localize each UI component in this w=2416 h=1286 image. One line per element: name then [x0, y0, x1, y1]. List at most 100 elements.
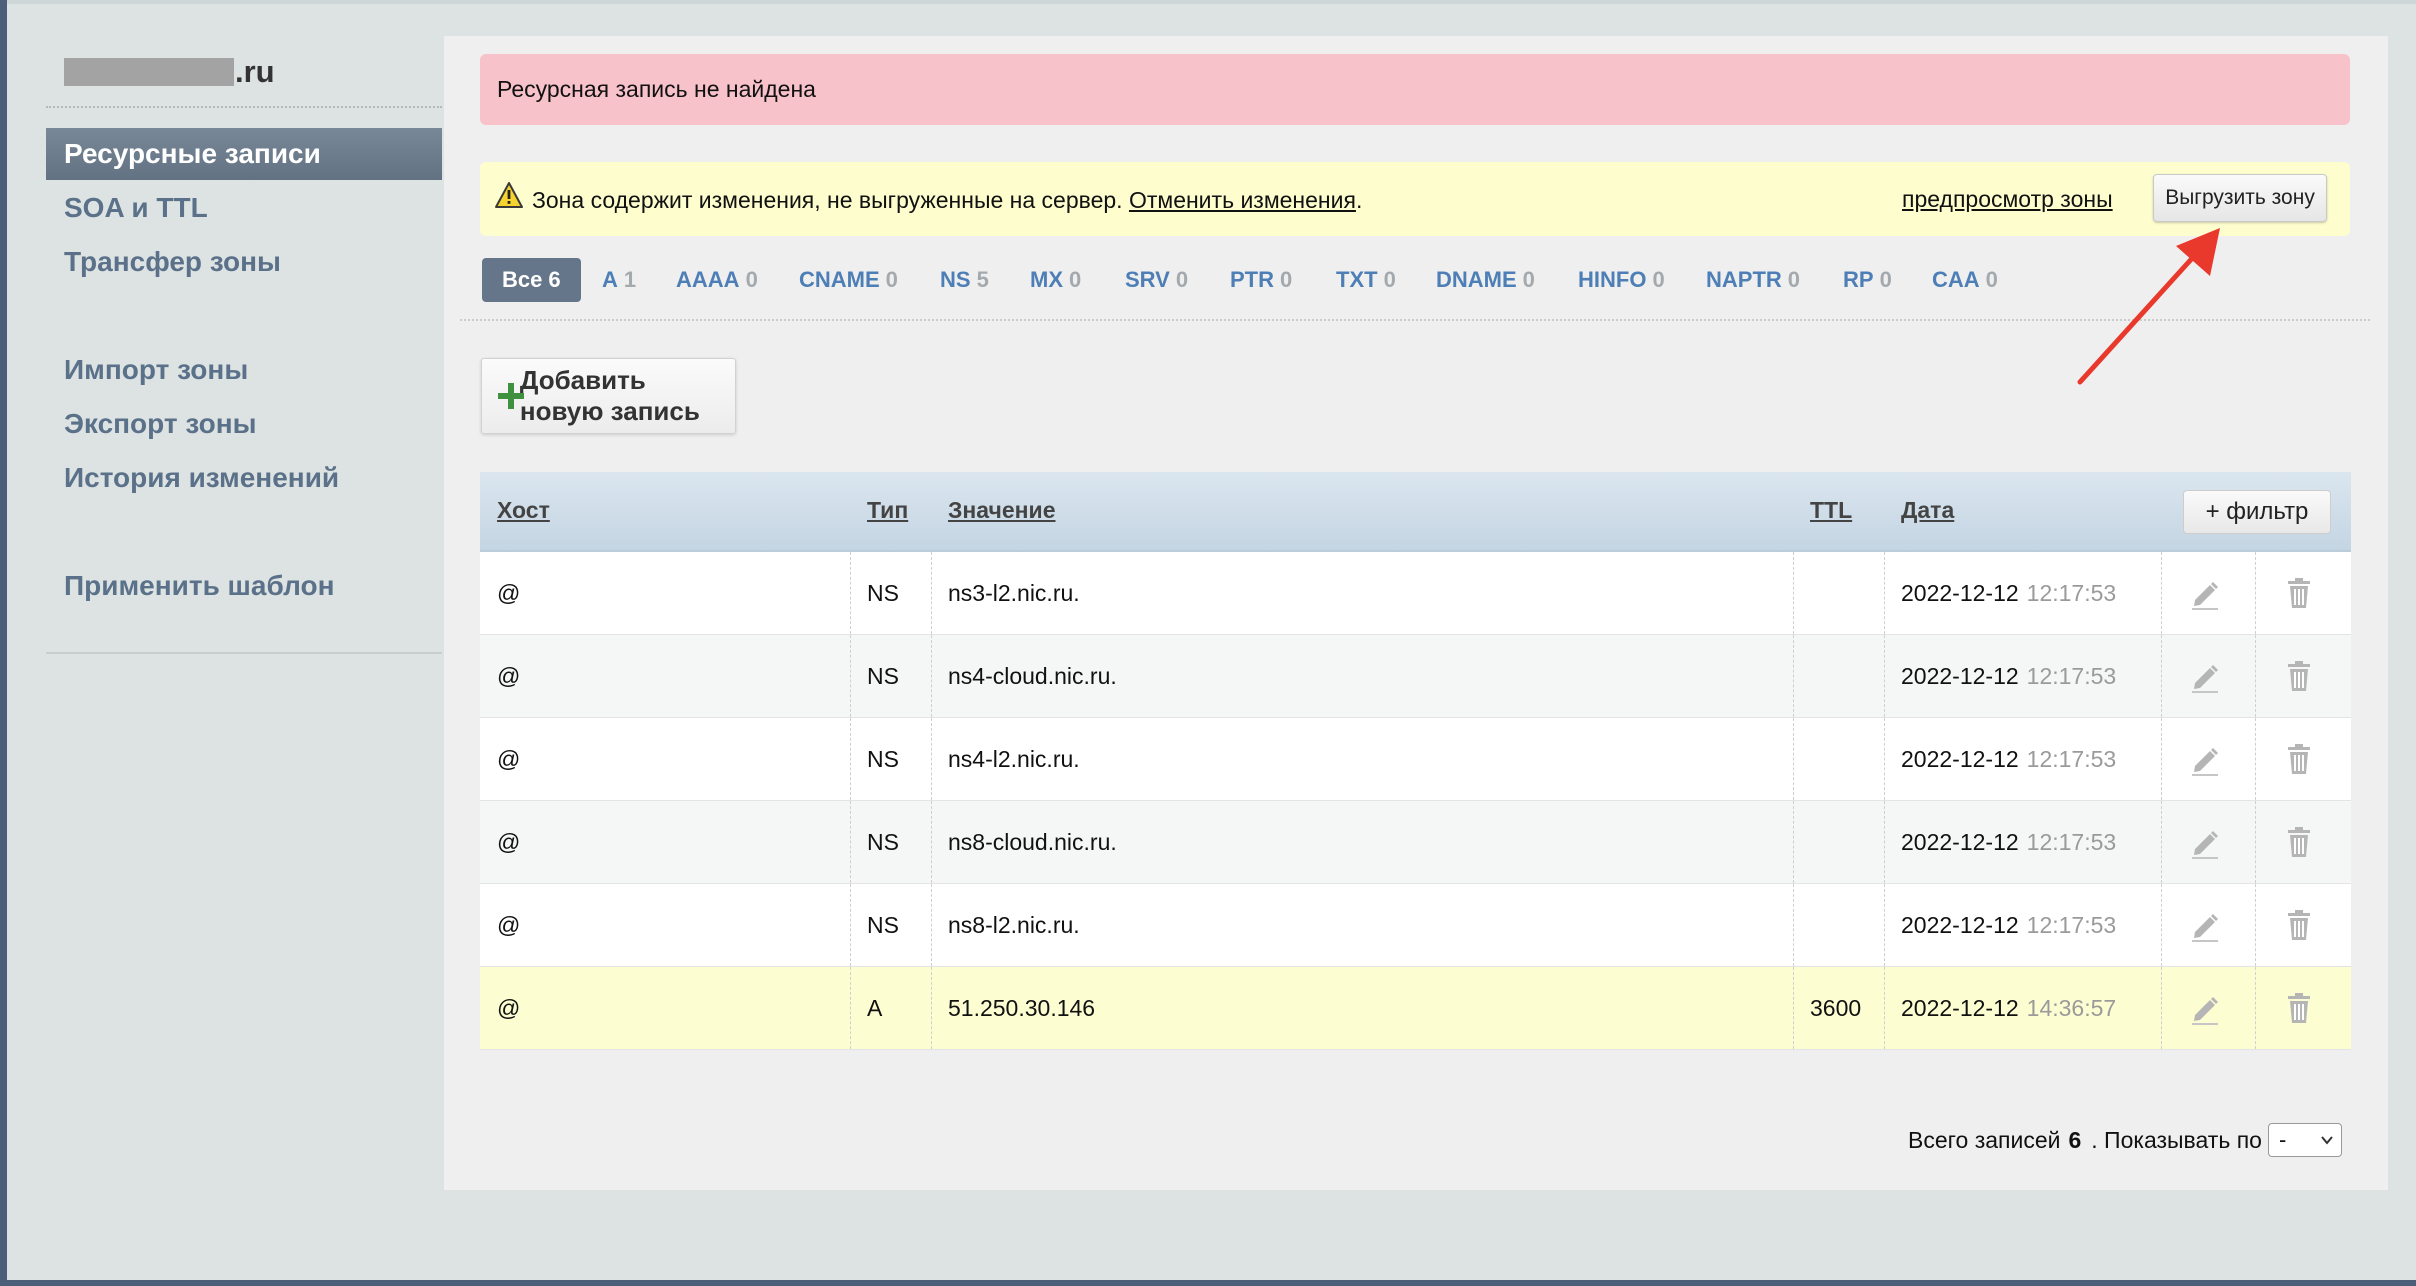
cancel-changes-link[interactable]: Отменить изменения	[1129, 187, 1356, 213]
total-count: 6	[2068, 1126, 2082, 1153]
records-table: Хост Тип Значение TTL Дата + фильтр @ NS n…	[480, 472, 2351, 1050]
edit-icon[interactable]	[2188, 990, 2222, 1026]
sidebar-item-soa-ttl[interactable]: SOA и TTL	[46, 182, 442, 234]
time-text: 12:17:53	[2026, 580, 2117, 606]
tab-dname[interactable]: DNAME 0	[1436, 258, 1535, 302]
tab-label: CAA	[1932, 267, 1980, 292]
tab-label: AAAA	[676, 267, 740, 292]
time-text: 12:17:53	[2026, 912, 2117, 938]
cell-ttl: 3600	[1810, 995, 1862, 1021]
per-page-select[interactable]: -	[2267, 1123, 2342, 1157]
preview-zone-link[interactable]: предпросмотр зоны	[1902, 184, 2113, 214]
cell-host: @	[497, 746, 521, 772]
column-header-host[interactable]: Хост	[480, 472, 550, 550]
cell-date: 2022-12-12 12:17:53	[1884, 801, 2116, 883]
tab-a[interactable]: A1	[602, 258, 636, 302]
date-text: 2022-12-12	[1901, 912, 2019, 938]
tab-label: DNAME	[1436, 267, 1517, 292]
tab-count: 1	[623, 267, 637, 292]
tab-rp[interactable]: RP 0	[1843, 258, 1892, 302]
tab-hinfo[interactable]: HINFO 0	[1578, 258, 1665, 302]
sidebar-item-resource-records[interactable]: Ресурсные записи	[46, 128, 442, 180]
cell-type: NS	[867, 663, 899, 689]
cell-date: 2022-12-12 12:17:53	[1884, 635, 2116, 717]
upload-zone-button[interactable]: Выгрузить зону	[2153, 174, 2327, 222]
tab-naptr[interactable]: NAPTR 0	[1706, 258, 1800, 302]
column-header-type[interactable]: Тип	[850, 472, 908, 550]
date-text: 2022-12-12	[1901, 663, 2019, 689]
delete-icon[interactable]	[2282, 575, 2316, 611]
cell-host: @	[497, 912, 521, 938]
tab-all[interactable]: Все 6	[482, 258, 581, 302]
warning-period: .	[1355, 187, 1363, 213]
edit-icon[interactable]	[2188, 824, 2222, 860]
sidebar-item-apply-template[interactable]: Применить шаблон	[46, 560, 442, 612]
column-header-value[interactable]: Значение	[931, 472, 1056, 550]
delete-icon[interactable]	[2282, 824, 2316, 860]
table-body: @ NS ns3-l2.nic.ru. 2022-12-12 12:17:53 @ NS ns…	[480, 552, 2351, 1050]
cell-host: @	[497, 829, 521, 855]
tab-aaaa[interactable]: AAAA 0	[676, 258, 758, 302]
sidebar: .ru Ресурсные записи SOA и TTL Трансфер …	[46, 36, 442, 654]
tab-label: RP	[1843, 267, 1874, 292]
table-row: @ NS ns4-l2.nic.ru. 2022-12-12 12:17:53	[480, 718, 2351, 801]
sidebar-item-history[interactable]: История изменений	[46, 452, 442, 504]
sidebar-item-zone-transfer[interactable]: Трансфер зоны	[46, 236, 442, 288]
column-divider	[2161, 967, 2162, 1049]
tab-ns[interactable]: NS 5	[940, 258, 989, 302]
tab-count: 5	[976, 267, 989, 292]
edit-icon[interactable]	[2188, 907, 2222, 943]
cell-host: @	[497, 663, 521, 689]
column-header-date[interactable]: Дата	[1884, 472, 1954, 550]
tab-label: SRV	[1125, 267, 1170, 292]
cell-value: ns4-cloud.nic.ru.	[948, 663, 1117, 689]
pagination-footer: Всего записей 6 . Показывать по -	[1908, 1122, 2342, 1158]
cell-type: A	[867, 995, 883, 1021]
cell-type: NS	[867, 746, 899, 772]
per-page-label: . Показывать по	[2091, 1126, 2262, 1153]
delete-icon[interactable]	[2282, 907, 2316, 943]
sidebar-item-import-zone[interactable]: Импорт зоны	[46, 344, 442, 396]
tab-count: 0	[1280, 267, 1293, 292]
tab-mx[interactable]: MX 0	[1030, 258, 1081, 302]
add-record-label: Добавить новую запись	[519, 365, 700, 426]
tab-srv[interactable]: SRV 0	[1125, 258, 1188, 302]
table-row: @ NS ns8-l2.nic.ru. 2022-12-12 12:17:53	[480, 884, 2351, 967]
column-divider	[2255, 884, 2256, 966]
add-filter-button[interactable]: + фильтр	[2183, 490, 2331, 534]
tab-ptr[interactable]: PTR 0	[1230, 258, 1292, 302]
column-divider	[2255, 718, 2256, 800]
delete-icon[interactable]	[2282, 658, 2316, 694]
tab-count: 0	[1175, 267, 1189, 292]
column-divider	[2161, 801, 2162, 883]
tab-count: 0	[1522, 267, 1535, 292]
date-text: 2022-12-12	[1901, 829, 2019, 855]
column-header-ttl[interactable]: TTL	[1793, 472, 1852, 550]
tab-caa[interactable]: CAA 0	[1932, 258, 1998, 302]
tab-label: MX	[1030, 267, 1063, 292]
column-divider	[2161, 552, 2162, 634]
edit-icon[interactable]	[2188, 741, 2222, 777]
edit-icon[interactable]	[2188, 658, 2222, 694]
delete-icon[interactable]	[2282, 990, 2316, 1026]
column-divider	[2161, 635, 2162, 717]
tab-count: 0	[885, 267, 898, 292]
sidebar-item-export-zone[interactable]: Экспорт зоны	[46, 398, 442, 450]
cell-host: @	[497, 580, 521, 606]
tab-count: 6	[548, 267, 561, 292]
cell-value: 51.250.30.146	[948, 995, 1096, 1021]
cell-type: NS	[867, 829, 899, 855]
tab-count: 0	[1069, 267, 1082, 292]
tab-label: PTR	[1230, 267, 1274, 292]
plus-icon	[498, 383, 524, 409]
add-record-button[interactable]: Добавить новую запись	[481, 358, 736, 434]
tab-label: NS	[940, 267, 971, 292]
redacted-block	[64, 58, 234, 86]
cell-ttl	[1793, 635, 1810, 717]
tab-txt[interactable]: TXT 0	[1336, 258, 1396, 302]
edit-icon[interactable]	[2188, 575, 2222, 611]
tab-count: 0	[1879, 267, 1892, 292]
tab-cname[interactable]: CNAME 0	[799, 258, 898, 302]
delete-icon[interactable]	[2282, 741, 2316, 777]
tab-label: Все	[502, 267, 543, 292]
